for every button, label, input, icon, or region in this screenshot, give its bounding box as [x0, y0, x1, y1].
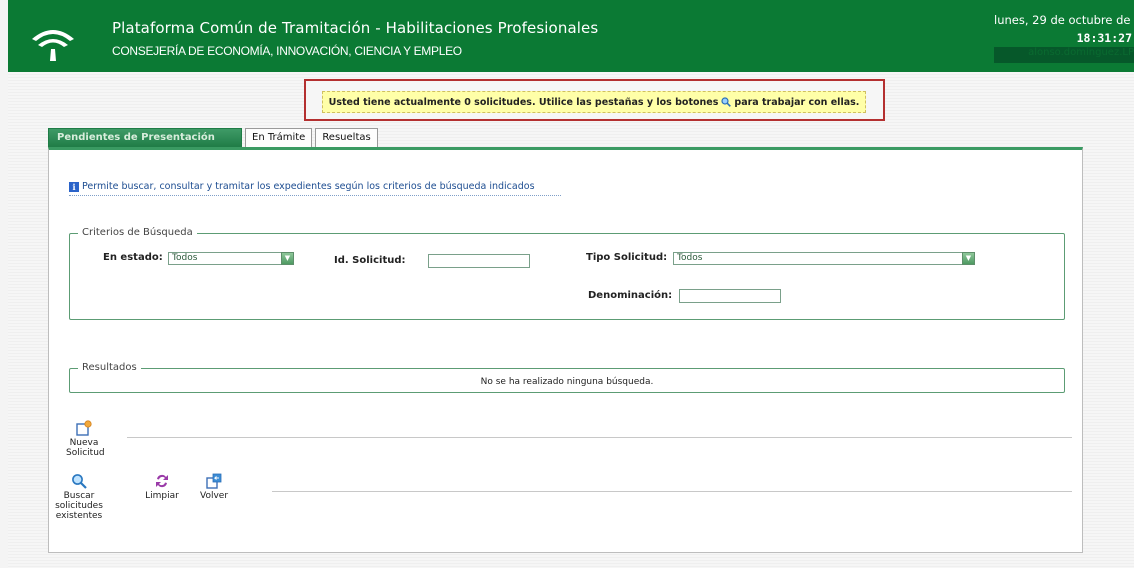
id-solicitud-input[interactable]	[428, 254, 530, 268]
limpiar-button[interactable]: Limpiar	[144, 473, 180, 501]
volver-label: Volver	[199, 491, 229, 501]
tab-bar: Pendientes de Presentación En Trámite Re…	[48, 128, 381, 148]
id-solicitud-label: Id. Solicitud:	[334, 255, 406, 266]
tipo-solicitud-select[interactable]: Todos ▼	[673, 252, 975, 265]
refresh-icon	[156, 474, 168, 488]
app-header: Plataforma Común de Tramitación - Habili…	[8, 0, 1134, 72]
search-icon	[72, 474, 87, 489]
info-text: Permite buscar, consultar y tramitar los…	[82, 181, 535, 192]
results-fieldset: Resultados No se ha realizado ninguna bú…	[69, 362, 1065, 393]
main-panel: i Permite buscar, consultar y tramitar lo…	[48, 147, 1083, 553]
estado-select-value: Todos	[172, 253, 198, 263]
limpiar-label: Limpiar	[145, 491, 179, 501]
tab-resueltas[interactable]: Resueltas	[315, 128, 378, 147]
search-criteria-legend: Criterios de Búsqueda	[78, 227, 197, 238]
new-document-icon	[76, 420, 92, 436]
back-icon	[206, 473, 222, 489]
app-subtitle: CONSEJERÍA DE ECONOMÍA, INNOVACIÓN, CIEN…	[112, 44, 462, 58]
user-name: alonso.dominguez.LP	[994, 47, 1134, 63]
results-message: No se ha realizado ninguna búsqueda.	[480, 377, 654, 387]
denominacion-input[interactable]	[679, 289, 781, 303]
nueva-solicitud-label: Nueva Solicitud	[66, 438, 105, 458]
junta-andalucia-logo-icon	[32, 30, 74, 61]
divider	[127, 437, 1072, 438]
estado-select[interactable]: Todos ▼	[168, 252, 294, 265]
nueva-solicitud-button[interactable]: Nueva Solicitud	[66, 420, 105, 458]
current-date: lunes, 29 de octubre de 2012	[994, 13, 1134, 27]
notice-highlight: Usted tiene actualmente 0 solicitudes. U…	[304, 79, 885, 121]
tab-en-tramite[interactable]: En Trámite	[245, 128, 313, 147]
tipo-solicitud-select-value: Todos	[677, 253, 703, 263]
buscar-solicitudes-button[interactable]: Buscar solicitudes existentes	[54, 473, 104, 521]
volver-button[interactable]: Volver	[199, 473, 229, 501]
info-icon: i	[69, 182, 79, 192]
tab-pendientes[interactable]: Pendientes de Presentación	[48, 128, 242, 147]
info-text-row: i Permite buscar, consultar y tramitar lo…	[69, 181, 561, 196]
notice-text-after: para trabajar con ellas.	[734, 96, 860, 108]
chevron-down-icon[interactable]: ▼	[281, 252, 294, 265]
notice-message: Usted tiene actualmente 0 solicitudes. U…	[322, 91, 866, 113]
divider	[272, 491, 1072, 492]
buscar-solicitudes-label: Buscar solicitudes existentes	[55, 491, 103, 521]
results-legend: Resultados	[78, 362, 141, 373]
estado-label: En estado:	[103, 252, 163, 263]
search-icon	[721, 97, 732, 107]
notice-text-before: Usted tiene actualmente 0 solicitudes. U…	[328, 96, 719, 108]
chevron-down-icon[interactable]: ▼	[962, 252, 975, 265]
app-title: Plataforma Común de Tramitación - Habili…	[112, 19, 599, 37]
search-criteria-fieldset: Criterios de Búsqueda En estado: Todos ▼…	[69, 227, 1065, 320]
denominacion-label: Denominación:	[588, 290, 673, 301]
current-time: 18:31:27	[1076, 31, 1132, 45]
tipo-solicitud-label: Tipo Solicitud:	[586, 252, 668, 263]
